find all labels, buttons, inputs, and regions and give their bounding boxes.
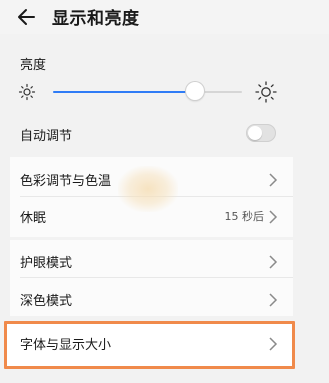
list-item-dark-mode[interactable]: 深色模式 xyxy=(20,290,278,310)
item-label: 字体与显示大小 xyxy=(20,338,112,353)
sun-large-icon xyxy=(255,81,277,103)
blurred-watermark xyxy=(118,166,178,212)
chevron-right-icon xyxy=(269,293,278,307)
list-item-eye-comfort[interactable]: 护眼模式 xyxy=(20,252,278,272)
item-label: 色彩调节与色温 xyxy=(20,174,112,189)
list-item-font-display-size[interactable]: 字体与显示大小 xyxy=(20,334,278,354)
app-header: 显示和亮度 xyxy=(0,0,329,34)
brightness-slider[interactable] xyxy=(53,82,242,102)
back-arrow-icon[interactable] xyxy=(16,6,38,28)
chevron-right-icon xyxy=(269,337,278,351)
slider-fill xyxy=(53,91,195,93)
divider xyxy=(20,277,293,278)
item-label: 深色模式 xyxy=(20,294,73,309)
chevron-right-icon xyxy=(269,210,278,224)
toggle-knob xyxy=(248,126,262,140)
brightness-label: 亮度 xyxy=(20,58,47,73)
auto-adjust-row: 自动调节 xyxy=(20,124,280,144)
sun-small-icon xyxy=(18,83,36,101)
auto-adjust-label: 自动调节 xyxy=(20,129,73,144)
slider-thumb[interactable] xyxy=(185,82,204,100)
sleep-value: 15 秒后 xyxy=(224,210,265,223)
item-label: 休眠 xyxy=(20,211,47,226)
auto-adjust-toggle[interactable] xyxy=(246,124,276,142)
item-label: 护眼模式 xyxy=(20,256,73,271)
page-title: 显示和亮度 xyxy=(52,9,140,29)
chevron-right-icon xyxy=(269,255,278,269)
chevron-right-icon xyxy=(269,173,278,187)
